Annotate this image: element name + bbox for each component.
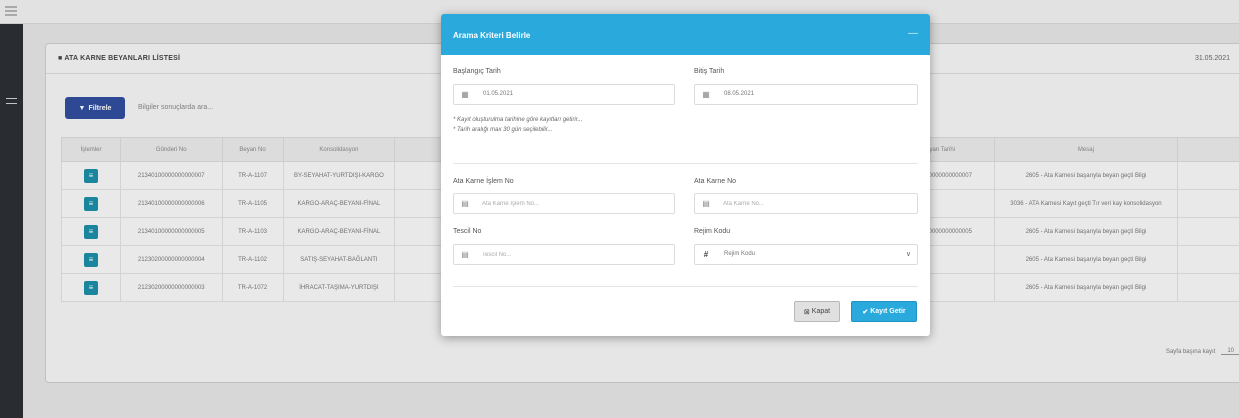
islem-no-input[interactable] — [482, 197, 668, 211]
start-date-field[interactable]: ▦ 01.05.2021 — [453, 84, 675, 105]
tescil-no-input[interactable] — [482, 248, 668, 262]
start-date-label: Başlangıç Tarih — [453, 68, 501, 75]
document-icon: ▤ — [702, 199, 710, 208]
calendar-icon: ▦ — [702, 90, 710, 99]
karne-no-field[interactable]: ▤ — [694, 193, 918, 214]
tescil-no-field[interactable]: ▤ — [453, 244, 675, 265]
rejim-kodu-label: Rejim Kodu — [694, 228, 731, 235]
rejim-kodu-select[interactable]: # Rejim Kodu ∨ — [694, 244, 918, 265]
end-date-label: Bitiş Tarih — [694, 68, 725, 75]
islem-no-label: Ata Karne İşlem No — [453, 178, 514, 185]
end-date-field[interactable]: ▦ 08.05.2021 — [694, 84, 918, 105]
calendar-icon: ▦ — [461, 90, 469, 99]
fetch-records-label: Kayıt Getir — [870, 308, 906, 315]
document-icon: ▤ — [461, 250, 469, 259]
close-icon: ⊠ — [803, 308, 810, 316]
document-icon: ▤ — [461, 199, 469, 208]
section-divider — [453, 163, 918, 164]
chevron-down-icon: ∨ — [905, 251, 911, 258]
hash-icon: # — [703, 250, 709, 259]
karne-no-label: Ata Karne No — [694, 178, 737, 185]
karne-no-input[interactable] — [723, 197, 911, 211]
check-icon: ✔ — [862, 308, 869, 316]
footer-divider — [453, 286, 918, 287]
fetch-records-button[interactable]: ✔ Kayıt Getir — [851, 301, 917, 322]
modal-header: Arama Kriteri Belirle — — [441, 14, 930, 55]
note-date-range: * Tarih aralığı max 30 gün seçilebilir..… — [453, 127, 553, 133]
search-criteria-modal: Arama Kriteri Belirle — Başlangıç Tarih … — [441, 14, 930, 336]
close-button[interactable]: ⊠ Kapat — [794, 301, 840, 322]
note-record-date: * Kayıt oluşturulma tarihine göre kayıtl… — [453, 117, 583, 123]
rejim-kodu-value: Rejim Kodu — [724, 251, 756, 257]
modal-title: Arama Kriteri Belirle — [453, 31, 531, 40]
start-date-value: 01.05.2021 — [483, 91, 514, 97]
close-button-label: Kapat — [811, 308, 831, 315]
end-date-value: 08.05.2021 — [724, 91, 755, 97]
minimize-icon[interactable]: — — [908, 28, 918, 39]
islem-no-field[interactable]: ▤ — [453, 193, 675, 214]
tescil-no-label: Tescil No — [453, 228, 482, 235]
